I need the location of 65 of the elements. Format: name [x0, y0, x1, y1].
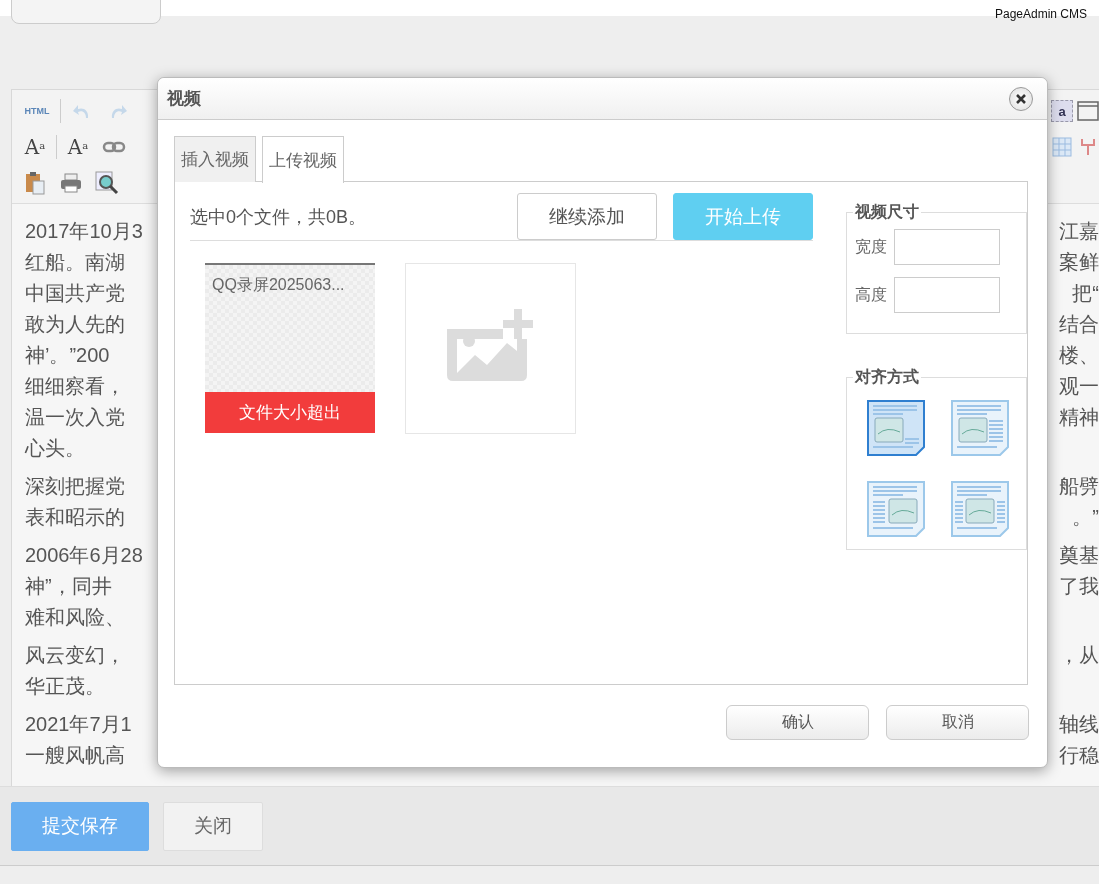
- html-button[interactable]: HTML: [20, 97, 54, 125]
- text-fragment: 把“: [1072, 281, 1099, 306]
- text-fragment: 细细察看，: [25, 374, 125, 399]
- text-fragment: 风云变幻，: [25, 643, 125, 668]
- top-button[interactable]: [11, 0, 161, 24]
- text-fragment: 神”，同井: [25, 574, 112, 599]
- clipboard-icon: [24, 171, 46, 195]
- file-name: QQ录屏2025063...: [211, 275, 346, 295]
- text-fragment: 心头。: [25, 436, 85, 461]
- cancel-button[interactable]: 取消: [886, 705, 1029, 740]
- magnifier-icon: [95, 171, 119, 195]
- input-field[interactable]: [894, 229, 1000, 265]
- table-icon: [1052, 137, 1072, 157]
- text-fragment: 船劈: [1059, 474, 1099, 499]
- text-fragment: 表和昭示的: [25, 505, 125, 530]
- confirm-button[interactable]: 确认: [726, 705, 869, 740]
- align-option[interactable]: [867, 400, 925, 456]
- text-fragment: 难和风险、: [25, 605, 125, 630]
- text-fragment: 深刻把握党: [25, 474, 125, 499]
- text-fragment: 2017年10月3: [25, 219, 143, 244]
- dialog-title: 视频: [167, 88, 201, 110]
- group-title: 对齐方式: [853, 367, 920, 387]
- field-label: 宽度: [855, 236, 887, 257]
- field-label: 高度: [855, 284, 887, 305]
- text-fragment: 中国共产党: [25, 281, 125, 306]
- close-button[interactable]: [1009, 86, 1033, 111]
- group-title: 视频尺寸: [854, 202, 920, 222]
- close-button[interactable]: 关闭: [163, 801, 263, 851]
- text-fragment: 楼、: [1059, 343, 1099, 368]
- tab[interactable]: 插入视频: [174, 136, 256, 182]
- text-fragment: 轴线: [1059, 712, 1099, 737]
- window-icon: [1077, 101, 1099, 121]
- text-fragment: 红船。南湖: [25, 250, 125, 275]
- text-fragment: 温一次入党: [25, 405, 125, 430]
- text-fragment: 结合: [1059, 312, 1099, 337]
- text-fragment: 。”: [1072, 505, 1099, 530]
- text-fragment: 了我: [1059, 574, 1099, 599]
- text-fragment: 案鲜: [1059, 250, 1099, 275]
- text-fragment: 一艘风帆高: [25, 743, 125, 768]
- status-text: 选中0个文件，共0B。: [190, 205, 368, 229]
- text-fragment: 2006年6月28: [25, 543, 143, 568]
- text-fragment: 敢为人先的: [25, 312, 125, 337]
- text-fragment: 奠基: [1059, 543, 1099, 568]
- align-option[interactable]: [867, 481, 925, 537]
- brand-label: PageAdmin CMS: [994, 6, 1088, 20]
- input-field[interactable]: [894, 277, 1000, 313]
- error-banner: 文件大小超出: [205, 392, 375, 433]
- add-file-tile[interactable]: [405, 263, 576, 434]
- text-fragment: 神’。”200: [25, 343, 110, 368]
- close-icon: [1015, 92, 1027, 105]
- text-fragment: 华正茂。: [25, 674, 105, 699]
- link-icon: [102, 140, 126, 154]
- text-fragment: 2021年7月1: [25, 712, 132, 737]
- align-option[interactable]: [951, 400, 1009, 456]
- text-fragment: 精神: [1059, 405, 1099, 430]
- printer-icon: [60, 172, 82, 194]
- plug-icon: [1078, 137, 1098, 157]
- text-fragment: 观一: [1059, 374, 1099, 399]
- add-files-button[interactable]: 继续添加: [517, 193, 657, 240]
- anchor-button[interactable]: a: [1051, 97, 1073, 125]
- text-fragment: 行稳: [1059, 743, 1099, 768]
- tab[interactable]: 上传视频: [262, 136, 344, 183]
- align-option[interactable]: [951, 481, 1009, 537]
- text-fragment: 江嘉: [1059, 219, 1099, 244]
- text-fragment: ，从: [1059, 643, 1099, 668]
